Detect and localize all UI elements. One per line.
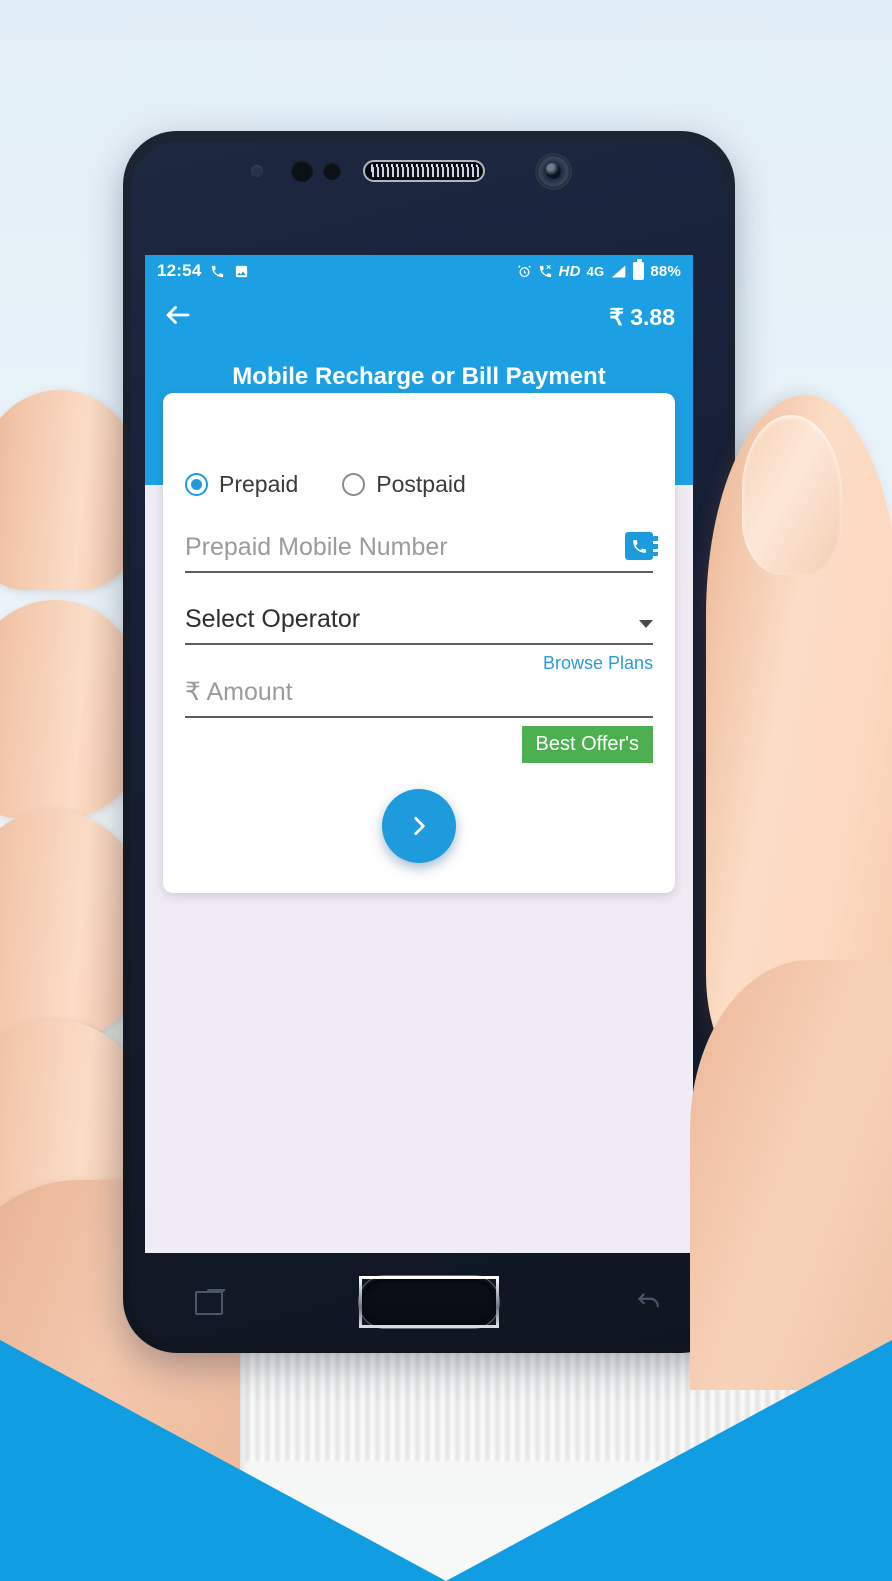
home-button[interactable]: [359, 1276, 499, 1328]
signal-icon: [610, 264, 627, 279]
battery-icon: [633, 259, 645, 280]
chevron-down-icon[interactable]: [639, 620, 653, 628]
arrow-left-icon[interactable]: [163, 300, 193, 335]
browse-plans-link[interactable]: Browse Plans: [543, 653, 653, 674]
connection-type-group: Prepaid Postpaid: [185, 471, 653, 498]
thumbnail: [742, 415, 842, 575]
wallet-balance[interactable]: ₹ 3.88: [609, 304, 675, 331]
palm-base: [690, 960, 892, 1390]
radio-prepaid[interactable]: Prepaid: [185, 471, 298, 498]
amount-placeholder: ₹ Amount: [185, 678, 293, 706]
image-icon: [234, 264, 249, 279]
radio-prepaid-indicator[interactable]: [185, 473, 208, 496]
network-label: 4G: [586, 263, 605, 279]
phone-sensor-cluster: [123, 153, 735, 193]
radio-postpaid[interactable]: Postpaid: [342, 471, 466, 498]
radio-postpaid-label: Postpaid: [376, 471, 466, 497]
operator-select-value: Select Operator: [185, 605, 361, 633]
phone-screen: 12:54 HD 4G 88% ₹ 3.88 Mobile Recharge o…: [145, 255, 693, 1253]
recents-icon[interactable]: [195, 1289, 225, 1315]
light-sensor-icon: [323, 162, 341, 180]
earpiece-grille: [363, 160, 485, 182]
contacts-book-icon[interactable]: [625, 532, 658, 560]
recharge-form-card: Prepaid Postpaid Prepaid Mobile Number S…: [163, 393, 675, 893]
battery-percent: 88%: [650, 262, 681, 280]
status-bar: 12:54 HD 4G 88%: [145, 255, 693, 287]
mobile-number-placeholder: Prepaid Mobile Number: [185, 533, 448, 561]
status-time: 12:54: [157, 261, 202, 280]
camera-icon: [537, 155, 570, 188]
best-offer-button[interactable]: Best Offer's: [521, 726, 653, 763]
phone-device: 12:54 HD 4G 88% ₹ 3.88 Mobile Recharge o…: [117, 125, 741, 1359]
chevron-right-icon: [414, 817, 425, 835]
radio-prepaid-label: Prepaid: [219, 471, 299, 497]
back-arrow-icon[interactable]: [633, 1289, 663, 1315]
missed-call-icon: [538, 264, 553, 279]
radio-postpaid-indicator[interactable]: [342, 473, 366, 496]
phone-icon: [210, 264, 225, 279]
alarm-icon: [517, 264, 532, 279]
amount-field[interactable]: ₹ Amount: [185, 673, 653, 718]
operator-select-field[interactable]: Select Operator: [185, 601, 653, 645]
hardware-nav-row: [145, 1265, 713, 1339]
ir-sensor-icon: [251, 165, 263, 177]
amount-section: Browse Plans ₹ Amount Best Offer's: [185, 653, 653, 763]
mobile-number-field[interactable]: Prepaid Mobile Number: [185, 528, 658, 573]
hd-label: HD: [558, 262, 581, 280]
submit-row: [185, 763, 653, 871]
submit-button[interactable]: [382, 789, 456, 863]
app-bar: ₹ 3.88: [145, 287, 693, 347]
proximity-sensor-icon: [291, 160, 313, 182]
